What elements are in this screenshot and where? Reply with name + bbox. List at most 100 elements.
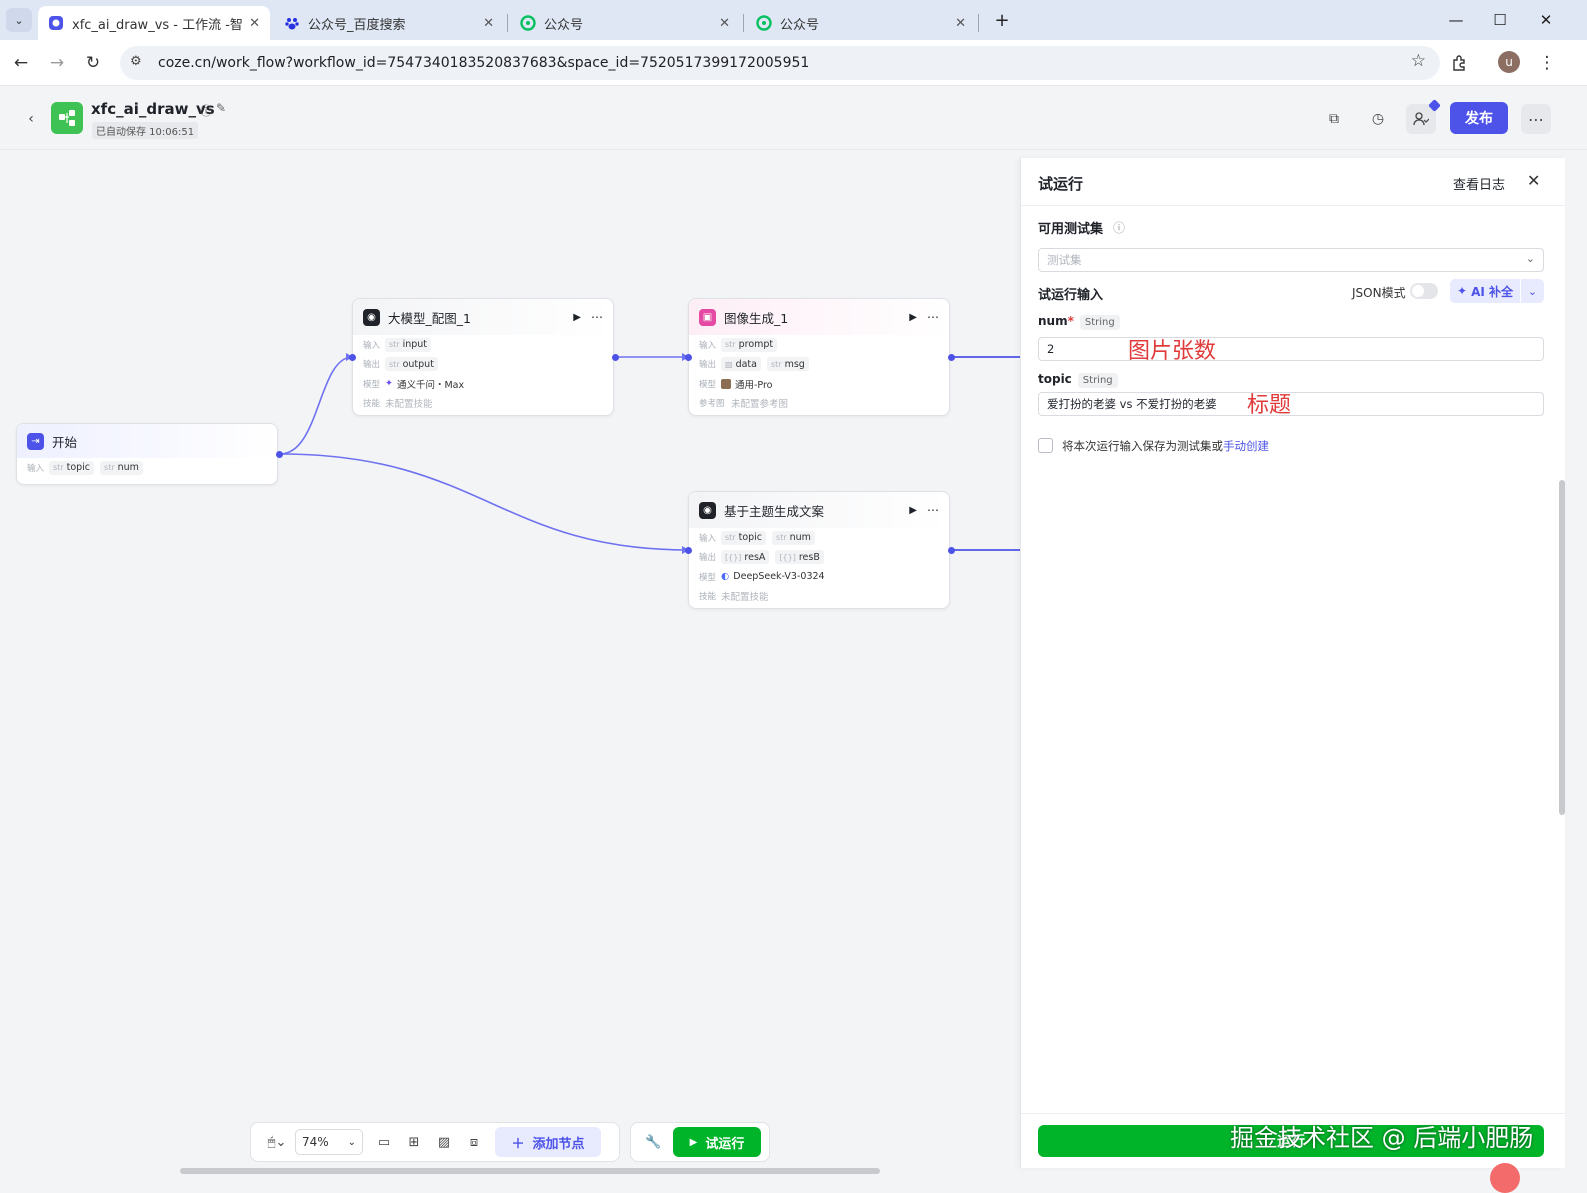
fit-view-icon[interactable]: ⧈ xyxy=(459,1127,489,1157)
skill-value: 未配置技能 xyxy=(721,592,769,604)
num-field-label: num* String xyxy=(1038,314,1120,330)
minimap-icon[interactable]: ▨ xyxy=(429,1127,459,1157)
tab-coze-workflow[interactable]: xfc_ai_draw_vs - 工作流 -智能 ✕ xyxy=(38,6,270,40)
save-testset-checkbox[interactable] xyxy=(1038,438,1053,453)
image-output-port[interactable] xyxy=(948,354,955,361)
copy-icon[interactable]: ⧉ xyxy=(1319,104,1349,134)
reload-icon[interactable]: ↻ xyxy=(80,50,106,76)
row-label: 输出 xyxy=(363,360,381,371)
back-icon[interactable]: ← xyxy=(8,50,34,76)
param-name: input xyxy=(402,339,428,351)
type-label: str xyxy=(770,359,782,369)
image-type-icon: ▨ xyxy=(725,359,733,369)
more-icon[interactable]: ⋯ xyxy=(927,310,939,324)
edit-icon[interactable]: ✎ xyxy=(216,101,226,115)
image-gen-node[interactable]: ▣ 图像生成_1 ▶ ⋯ 输入 str prompt 输出 ▨ data str msg… xyxy=(688,298,950,416)
play-icon[interactable]: ▶ xyxy=(573,312,581,323)
row-label: 模型 xyxy=(699,572,717,583)
wrench-icon[interactable]: 🔧 xyxy=(639,1127,667,1157)
site-settings-icon[interactable]: ⚙ xyxy=(130,54,142,69)
json-mode-toggle[interactable] xyxy=(1410,283,1438,299)
vertical-scrollbar[interactable] xyxy=(1559,480,1565,815)
copywriting-node[interactable]: ◉ 基于主题生成文案 ▶ ⋯ 输入 str topic str num 输出 [{}… xyxy=(688,491,950,609)
history-icon[interactable]: ◷ xyxy=(1363,104,1393,134)
ai-fill-button[interactable]: ✦ AI 补全 xyxy=(1450,279,1520,303)
copy-input-port[interactable] xyxy=(685,547,692,554)
start-output-port[interactable] xyxy=(276,451,283,458)
param-tag: str output xyxy=(385,357,438,372)
new-tab-button[interactable]: + xyxy=(982,8,1022,32)
more-menu-icon[interactable]: ⋯ xyxy=(1521,104,1551,134)
play-icon[interactable]: ▶ xyxy=(909,312,917,323)
info-icon[interactable]: ⓘ xyxy=(1113,219,1125,236)
zoom-select[interactable]: 74% ⌄ xyxy=(295,1129,363,1155)
url-field[interactable]: ⚙ coze.cn/work_flow?workflow_id=75473401… xyxy=(120,46,1440,80)
copy-output-port[interactable] xyxy=(948,547,955,554)
chevron-down-icon: ⌄ xyxy=(347,1136,356,1148)
param-name: resB xyxy=(798,551,820,563)
extensions-icon[interactable] xyxy=(1446,50,1472,76)
play-icon[interactable]: ▶ xyxy=(909,505,917,516)
start-node[interactable]: ⇥ 开始 输入 str topic str num xyxy=(16,423,278,485)
collaborators-icon[interactable] xyxy=(1406,99,1441,134)
type-label: str xyxy=(725,340,736,350)
horizontal-scrollbar[interactable] xyxy=(180,1168,880,1174)
more-icon[interactable]: ⋯ xyxy=(591,310,603,324)
info-icon[interactable]: ⓘ xyxy=(200,102,212,119)
testset-placeholder: 测试集 xyxy=(1047,253,1082,267)
auto-layout-icon[interactable]: ⊞ xyxy=(399,1127,429,1157)
close-icon[interactable]: ✕ xyxy=(719,16,730,31)
close-icon[interactable]: ✕ xyxy=(955,16,966,31)
param-name: output xyxy=(402,358,434,370)
mouse-mode-icon[interactable]: 🖱⌄ xyxy=(259,1127,295,1157)
type-label: [{}] xyxy=(725,552,742,562)
add-node-button[interactable]: ＋ 添加节点 xyxy=(495,1127,601,1157)
llm-node-icon: ◉ xyxy=(699,501,716,519)
close-icon[interactable]: ✕ xyxy=(249,16,260,31)
tab-baidu[interactable]: 公众号_百度搜索 ✕ xyxy=(274,6,504,40)
back-arrow-icon[interactable]: ‹ xyxy=(16,104,46,134)
close-icon[interactable]: ✕ xyxy=(483,16,494,31)
llm-node[interactable]: ◉ 大模型_配图_1 ▶ ⋯ 输入 str input 输出 str output 模型… xyxy=(352,298,614,416)
ai-fill-label: AI 补全 xyxy=(1471,284,1513,299)
image-input-port[interactable] xyxy=(685,354,692,361)
manual-create-link[interactable]: 手动创建 xyxy=(1223,439,1269,453)
publish-button[interactable]: 发布 xyxy=(1450,102,1508,134)
num-input[interactable]: 2 xyxy=(1038,337,1544,361)
window-close-icon[interactable]: ✕ xyxy=(1526,8,1566,32)
tab-search-button[interactable]: ⌄ xyxy=(6,8,32,32)
play-icon: ▶ xyxy=(689,1136,698,1148)
more-icon[interactable]: ⋯ xyxy=(927,503,939,517)
param-tag: str input xyxy=(385,337,432,352)
testset-select[interactable]: 测试集 ⌄ xyxy=(1038,248,1544,272)
tab-separator xyxy=(743,14,744,32)
tab-wechat-2[interactable]: 公众号 ✕ xyxy=(746,6,976,40)
close-icon[interactable]: ✕ xyxy=(1527,171,1540,190)
row-label: 输入 xyxy=(699,533,717,544)
start-node-icon: ⇥ xyxy=(27,432,44,450)
comment-icon[interactable]: ▭ xyxy=(369,1127,399,1157)
param-tag: str num xyxy=(772,530,815,545)
chevron-down-icon: ⌄ xyxy=(1525,252,1535,265)
profile-avatar[interactable]: u xyxy=(1498,51,1520,73)
row-label: 技能 xyxy=(699,592,717,603)
llm-input-port[interactable] xyxy=(349,354,356,361)
browser-menu-icon[interactable]: ⋮ xyxy=(1534,50,1560,76)
view-log-link[interactable]: 查看日志 xyxy=(1453,174,1505,193)
zoom-value: 74% xyxy=(302,1135,329,1149)
minimize-icon[interactable]: — xyxy=(1436,8,1476,32)
floating-assistant-icon[interactable] xyxy=(1490,1163,1520,1193)
model-name: 通义千问・Max xyxy=(396,379,465,391)
test-run-button[interactable]: ▶ 试运行 xyxy=(673,1127,761,1157)
bookmark-star-icon[interactable]: ☆ xyxy=(1411,51,1426,71)
workflow-canvas[interactable]: ⇥ 开始 输入 str topic str num ◉ 大模型_配图_1 ▶ ⋯ 输… xyxy=(0,150,1040,1192)
llm-output-port[interactable] xyxy=(612,354,619,361)
canvas-toolbar: 🖱⌄ 74% ⌄ ▭ ⊞ ▨ ⧈ ＋ 添加节点 xyxy=(250,1122,620,1162)
ai-fill-dropdown[interactable]: ⌄ xyxy=(1521,279,1544,303)
row-label: 技能 xyxy=(363,399,381,410)
tab-wechat-1[interactable]: 公众号 ✕ xyxy=(510,6,740,40)
forward-icon[interactable]: → xyxy=(44,50,70,76)
maximize-icon[interactable]: ☐ xyxy=(1480,8,1520,32)
param-tag: [{}] resA xyxy=(721,550,770,565)
workflow-logo-icon xyxy=(51,102,83,134)
